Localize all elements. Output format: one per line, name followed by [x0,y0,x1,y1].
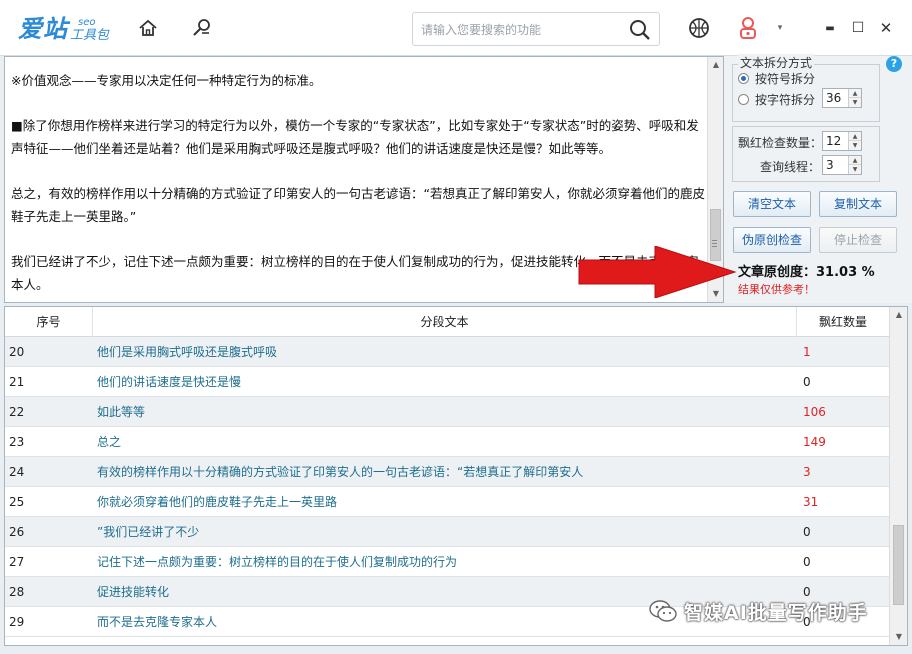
paragraph: 总之，有效的榜样作用以十分精确的方式验证了印第安人的一句古老谚语：“若想真正了解… [11,186,705,224]
col-header-index[interactable]: 序号 [5,307,93,337]
row-red-count: 1 [803,345,811,359]
title-bar: 爱站 seo 工具包 ▾ ▬ ☐ ✕ [0,0,912,56]
row-red-count: 106 [803,405,826,419]
split-by-chars-option[interactable]: 按字符拆分 [738,90,815,108]
row-red-count: 31 [803,495,819,509]
search-box[interactable] [412,12,660,46]
logo-main-text: 爱站 [18,14,68,43]
row-segment-text: 有效的榜样作用以十分精确的方式验证了印第安人的一句古老谚语：“若想真正了解印第安… [97,465,584,479]
radio-unselected-icon[interactable] [738,93,749,105]
search-input[interactable] [421,19,621,41]
threads-label: 查询线程： [760,160,821,174]
stepper-up-icon[interactable]: ▲ [849,132,861,141]
row-index: 23 [9,435,25,449]
row-segment-text: 他们的讲话速度是快还是慢 [97,375,242,389]
row-red-count: 0 [803,375,811,389]
row-index: 25 [9,495,25,509]
scroll-down-arrow[interactable]: ▼ [890,629,907,645]
row-red-count: 0 [803,555,811,569]
table-header: 序号 分段文本 飘红数量 [5,307,889,337]
scroll-up-arrow[interactable]: ▲ [708,57,723,73]
chars-stepper[interactable]: 36 ▲ ▼ [822,88,862,108]
article-content[interactable]: ※价值观念——专家用以决定任何一种特定行为的标准。 ■除了你想用作榜样来进行学习… [11,69,705,302]
clear-text-button[interactable]: 清空文本 [733,191,811,217]
logo-seo-text: seo [78,17,96,28]
scroll-down-arrow[interactable]: ▼ [708,286,723,302]
result-disclaimer: 结果仅供参考！ [738,283,815,296]
table-scrollbar[interactable]: ▲ ▼ [889,307,907,645]
row-red-count: 0 [803,525,811,539]
basketball-icon[interactable] [687,16,711,40]
row-index: 29 [9,615,25,629]
radio-selected-icon[interactable] [738,72,749,84]
close-button[interactable]: ✕ [876,18,896,38]
home-icon[interactable] [136,16,160,40]
segments-table: 序号 分段文本 飘红数量 20 他们是采用胸式呼吸还是腹式呼吸 1 21 他们的讲话速度… [4,306,908,646]
threads-stepper[interactable]: 3 ▲ ▼ [822,155,862,175]
row-segment-text: 如此等等 [97,405,146,419]
row-segment-text: 总之 [97,435,122,449]
row-index: 28 [9,585,25,599]
table-row[interactable]: 29 而不是去克隆专家本人 0 [5,607,889,637]
stepper-up-icon[interactable]: ▲ [849,156,861,165]
row-red-count: 0 [803,615,811,629]
stepper-down-icon[interactable]: ▼ [849,98,861,107]
row-index: 26 [9,525,25,539]
user-dropdown-arrow[interactable]: ▾ [770,18,790,38]
row-index: 27 [9,555,25,569]
table-row[interactable]: 23 总之 149 [5,427,889,457]
help-icon[interactable]: ? [886,56,902,72]
logo-tool-text: 工具包 [70,28,110,43]
originality-score: 文章原创度：31.03 % [738,265,875,280]
row-red-count: 149 [803,435,826,449]
text-scrollbar[interactable]: ▲ ▼ [707,57,723,302]
row-segment-text: 而不是去克隆专家本人 [97,615,218,629]
row-red-count: 0 [803,585,811,599]
article-text-area[interactable]: ※价值观念——专家用以决定任何一种特定行为的标准。 ■除了你想用作榜样来进行学习… [4,56,724,303]
table-row[interactable]: 22 如此等等 106 [5,397,889,427]
paragraph: 我们已经讲了不少，记住下述一点颇为重要：树立榜样的目的在于使人们复制成功的行为，… [11,254,699,292]
table-row[interactable]: 26 ”我们已经讲了不少 0 [5,517,889,547]
user-avatar-icon[interactable] [736,16,760,40]
row-red-count: 3 [803,465,811,479]
paragraph: ※价值观念——专家用以决定任何一种特定行为的标准。 [11,73,322,88]
maximize-button[interactable]: ☐ [848,18,868,38]
copy-text-button[interactable]: 复制文本 [819,191,897,217]
row-index: 21 [9,375,25,389]
check-count-stepper[interactable]: 12 ▲ ▼ [822,131,862,151]
originality-check-button[interactable]: 伪原创检查 [733,227,811,253]
app-logo: 爱站 seo 工具包 [18,12,109,44]
search-icon[interactable] [629,19,651,41]
split-by-symbol-option[interactable]: 按符号拆分 [738,69,815,87]
row-segment-text: ”我们已经讲了不少 [97,525,200,539]
minimize-button[interactable]: ▬ [820,18,840,38]
table-body: 20 他们是采用胸式呼吸还是腹式呼吸 1 21 他们的讲话速度是快还是慢 0 22 如此等等 1… [5,337,889,637]
table-row[interactable]: 24 有效的榜样作用以十分精确的方式验证了印第安人的一句古老谚语：“若想真正了解印… [5,457,889,487]
row-segment-text: 促进技能转化 [97,585,170,599]
paragraph: ■除了你想用作榜样来进行学习的特定行为以外，模仿一个专家的“专家状态”，比如专家… [11,118,699,156]
row-segment-text: 你就必须穿着他们的鹿皮鞋子先走上一英里路 [97,495,338,509]
tools-icon[interactable] [190,16,214,40]
stepper-down-icon[interactable]: ▼ [849,141,861,150]
settings-panel: 文本拆分方式 ? 按符号拆分 按字符拆分 36 ▲ ▼ 飘红检查数量： 12 ▲ ▼… [724,54,912,303]
scroll-thumb[interactable] [893,525,904,605]
table-row[interactable]: 27 记住下述一点颇为重要：树立榜样的目的在于使人们复制成功的行为 0 [5,547,889,577]
row-index: 22 [9,405,25,419]
table-row[interactable]: 20 他们是采用胸式呼吸还是腹式呼吸 1 [5,337,889,367]
table-row[interactable]: 25 你就必须穿着他们的鹿皮鞋子先走上一英里路 31 [5,487,889,517]
stepper-down-icon[interactable]: ▼ [849,165,861,174]
scroll-thumb[interactable] [710,209,721,261]
stop-check-button[interactable]: 停止检查 [819,227,897,253]
stepper-up-icon[interactable]: ▲ [849,89,861,98]
table-row[interactable]: 28 促进技能转化 0 [5,577,889,607]
row-index: 20 [9,345,25,359]
check-count-label: 飘红检查数量： [738,136,823,150]
row-segment-text: 他们是采用胸式呼吸还是腹式呼吸 [97,345,278,359]
scroll-up-arrow[interactable]: ▲ [890,307,907,323]
table-row[interactable]: 21 他们的讲话速度是快还是慢 0 [5,367,889,397]
row-index: 24 [9,465,25,479]
row-segment-text: 记住下述一点颇为重要：树立榜样的目的在于使人们复制成功的行为 [97,555,458,569]
col-header-count[interactable]: 飘红数量 [797,307,889,337]
col-header-text[interactable]: 分段文本 [93,307,797,337]
